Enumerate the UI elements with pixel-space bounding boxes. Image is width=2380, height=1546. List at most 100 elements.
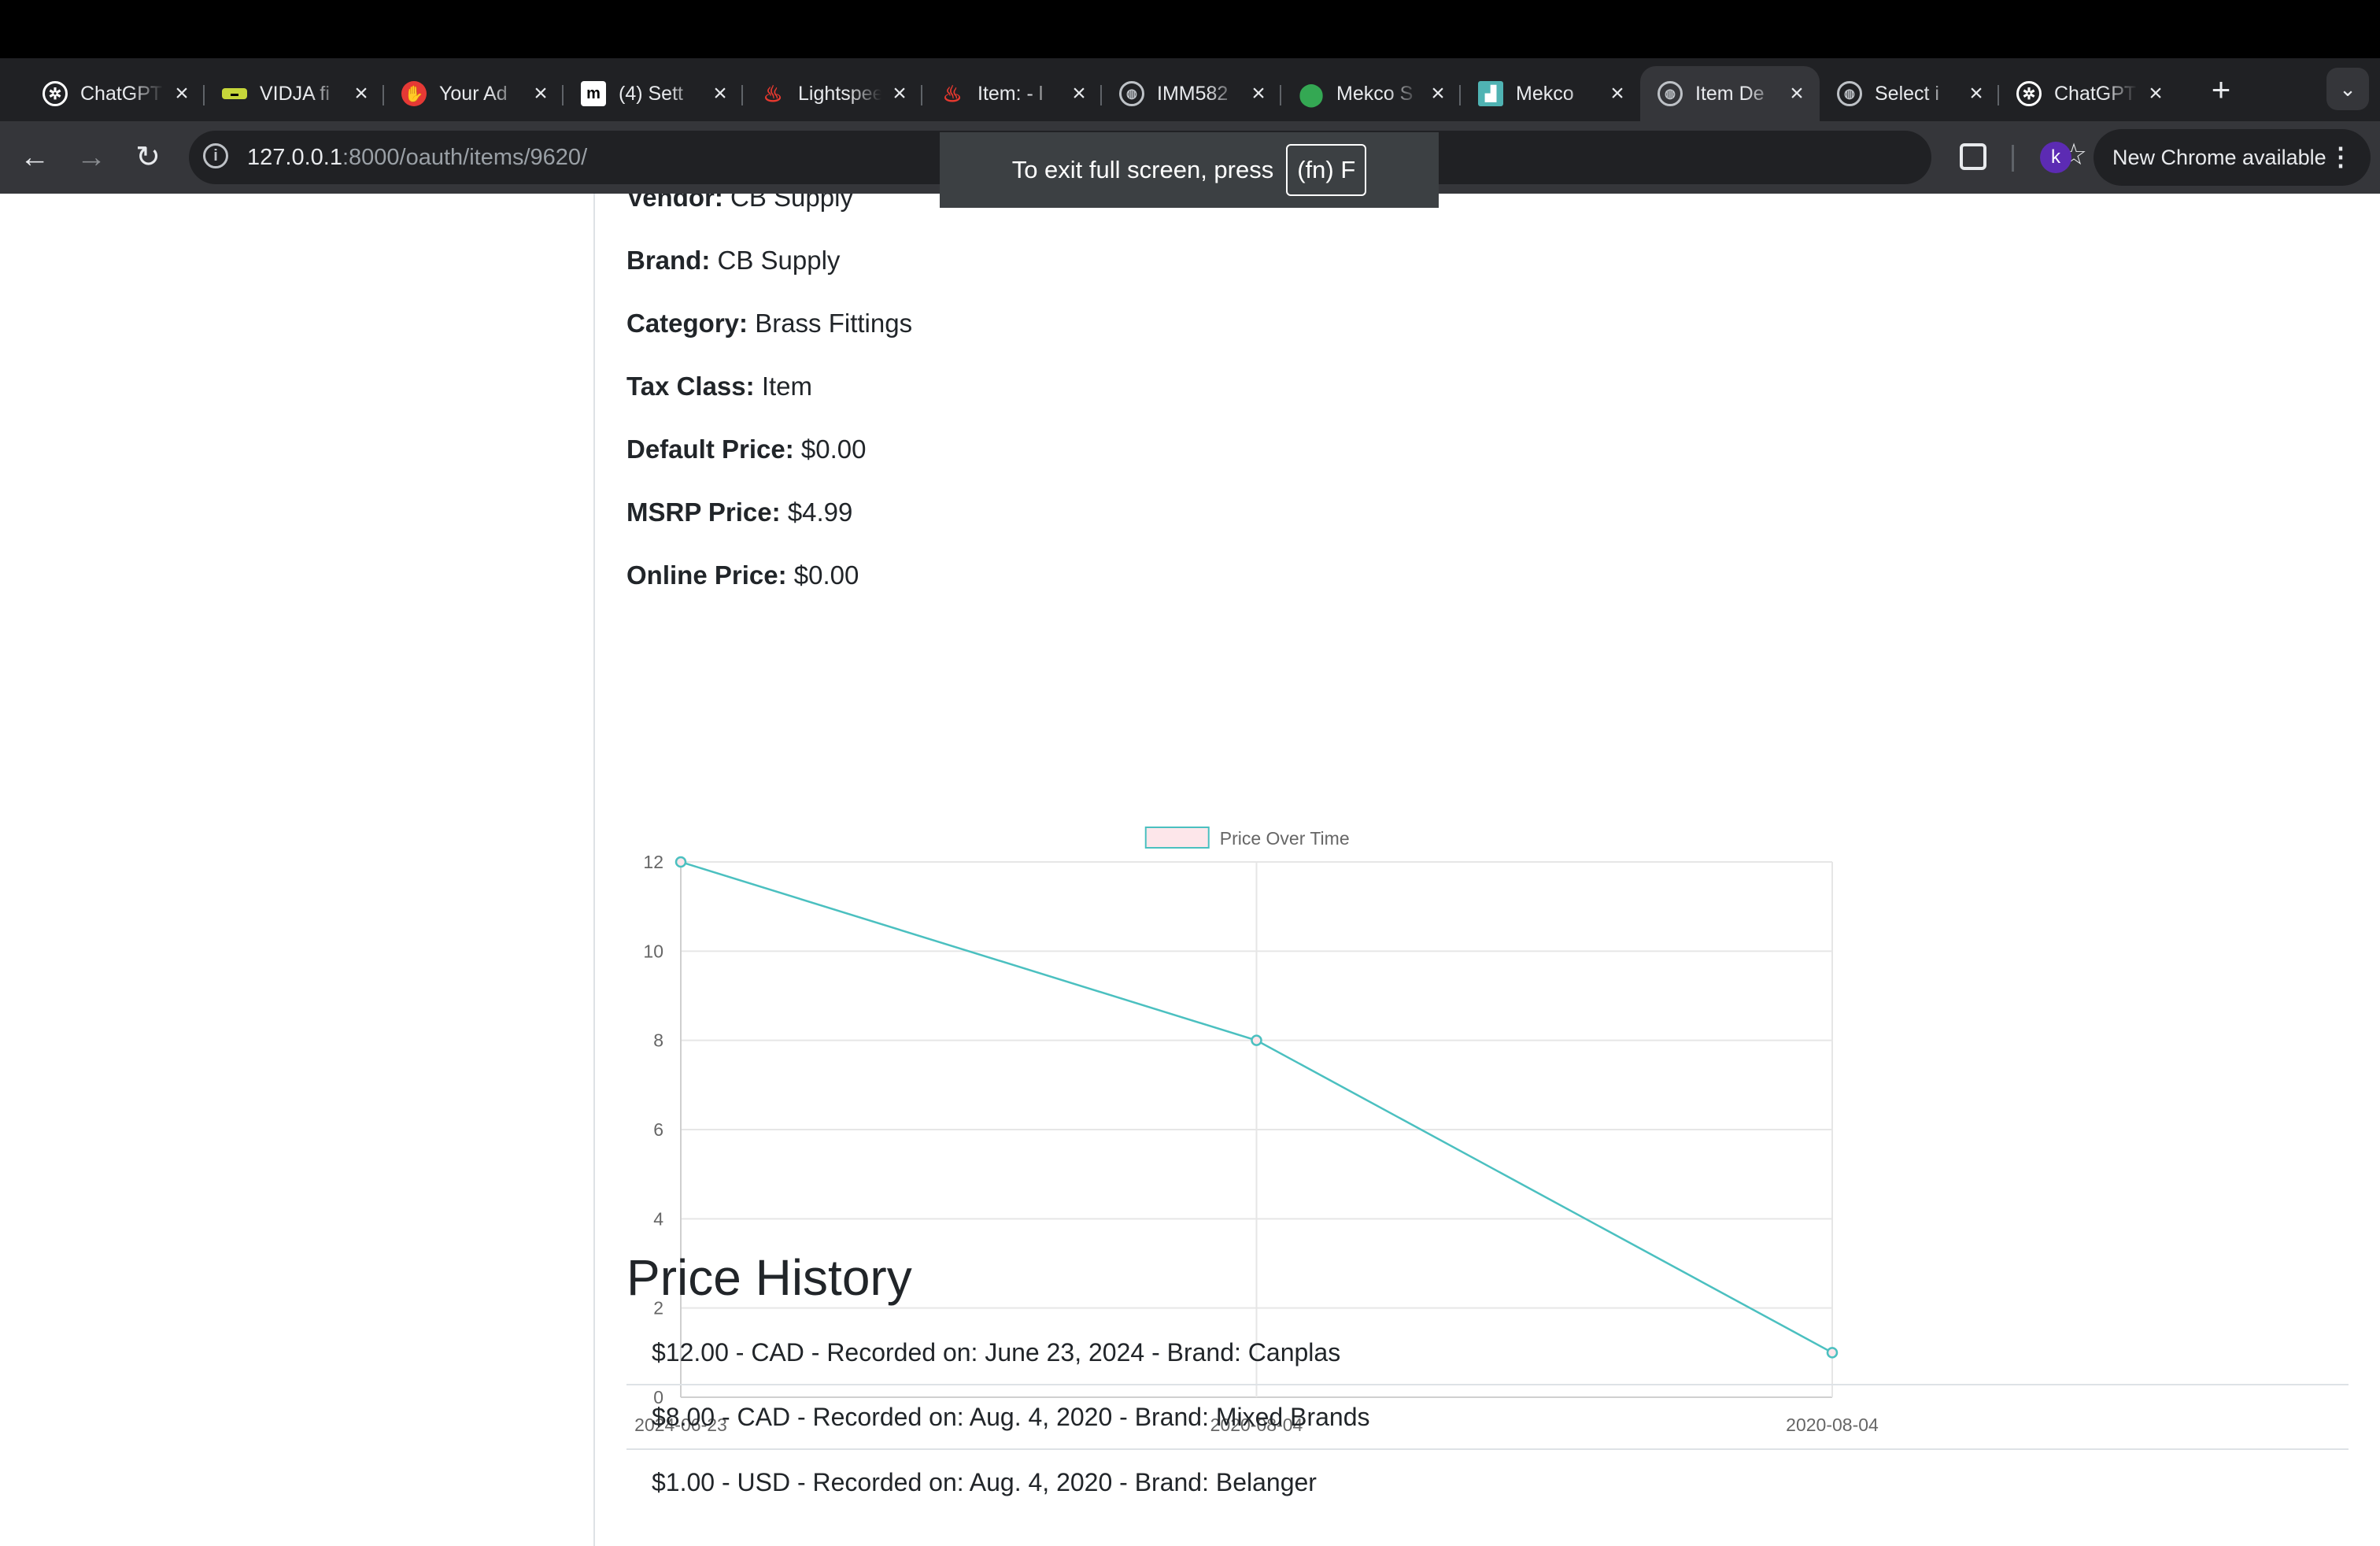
url-host: 127.0.0.1 xyxy=(247,145,342,170)
url-path: :8000/oauth/items/9620/ xyxy=(342,145,588,170)
tab-separator xyxy=(1459,85,1461,105)
toast-text: To exit full screen, press xyxy=(1011,156,1274,183)
field-value: $4.99 xyxy=(787,497,853,527)
browser-tab[interactable]: ◍ Select i × xyxy=(1820,66,1999,121)
field-label: Brand: xyxy=(626,246,711,275)
browser-tab[interactable]: ▬ VIDJA fi × xyxy=(205,66,384,121)
item-field-brand: Brand: CB Supply xyxy=(626,246,840,276)
m-icon: m xyxy=(581,81,606,106)
price-history-list: $12.00 - CAD - Recorded on: June 23, 202… xyxy=(626,1321,2349,1515)
extensions-puzzle-icon[interactable] xyxy=(1960,143,1986,170)
tab-separator xyxy=(1998,85,1999,105)
close-tab-icon[interactable]: × xyxy=(888,80,911,107)
close-tab-icon[interactable]: × xyxy=(1247,80,1270,107)
globe-icon: ◍ xyxy=(1119,81,1144,106)
y-tick-label: 4 xyxy=(653,1208,663,1229)
field-value: $0.00 xyxy=(800,435,867,464)
data-point xyxy=(1251,1034,1262,1046)
tab-title: Mekco xyxy=(1516,82,1574,105)
tab-separator xyxy=(1280,85,1281,105)
close-tab-icon[interactable]: × xyxy=(170,80,194,107)
tab-title: IMM582 xyxy=(1157,82,1229,105)
page-content: Vendor: CB Supply Brand: CB Supply Categ… xyxy=(0,194,2380,1546)
tab-search-chevron-icon[interactable]: ⌄ xyxy=(2326,68,2369,110)
adblock-icon: ✋ xyxy=(401,81,427,106)
field-label: Tax Class: xyxy=(626,372,755,401)
browser-tab[interactable]: ♨ Lightspeed × xyxy=(743,66,922,121)
url-text[interactable]: 127.0.0.1:8000/oauth/items/9620/ xyxy=(247,145,587,171)
update-label: New Chrome available xyxy=(2112,145,2326,169)
legend-swatch xyxy=(1144,827,1210,849)
browser-tab-active[interactable]: ◍ Item De × xyxy=(1640,66,1820,121)
tab-separator xyxy=(203,85,205,105)
forward-arrow-icon[interactable]: → xyxy=(71,137,112,178)
back-arrow-icon[interactable]: ← xyxy=(14,137,55,178)
close-tab-icon[interactable]: × xyxy=(529,80,552,107)
browser-tab[interactable]: ✋ Your Ad × xyxy=(384,66,564,121)
y-tick-label: 12 xyxy=(643,852,663,872)
data-point xyxy=(674,856,687,868)
tab-title: ChatGPT xyxy=(80,82,163,105)
toolbar-divider xyxy=(2012,145,2014,172)
close-tab-icon[interactable]: × xyxy=(349,80,373,107)
field-value: Brass Fittings xyxy=(755,309,913,338)
item-field-category: Category: Brass Fittings xyxy=(626,309,912,338)
toast-key: (fn) F xyxy=(1286,144,1367,196)
field-value: $0.00 xyxy=(793,560,859,590)
price-history-title: Price History xyxy=(626,1249,912,1306)
y-tick-label: 10 xyxy=(643,941,663,961)
close-tab-icon[interactable]: × xyxy=(1067,80,1091,107)
sidebar-border xyxy=(593,194,595,1546)
tab-strip: ✲ ChatGPT × ▬ VIDJA fi × ✋ Your Ad × m (… xyxy=(0,58,2380,121)
vidja-icon: ▬ xyxy=(222,88,247,99)
tab-title: Lightspeed xyxy=(798,82,881,105)
browser-tab[interactable]: ✲ ChatGPT × xyxy=(1999,66,2179,121)
lightspeed-flame-icon: ♨ xyxy=(763,81,783,106)
field-value: Item xyxy=(761,372,812,401)
field-label: Vendor: xyxy=(626,194,723,212)
mekco-icon: ▟ xyxy=(1478,81,1503,106)
openai-icon: ✲ xyxy=(42,81,68,106)
item-field-vendor: Vendor: CB Supply xyxy=(626,194,853,213)
field-label: Category: xyxy=(626,309,748,338)
legend-label: Price Over Time xyxy=(1220,828,1350,849)
field-value: CB Supply xyxy=(717,246,841,275)
tab-separator xyxy=(1100,85,1102,105)
close-tab-icon[interactable]: × xyxy=(1606,80,1629,107)
tab-title: VIDJA fi xyxy=(260,82,330,105)
tab-separator xyxy=(921,85,922,105)
browser-tab[interactable]: ◍ IMM582 × xyxy=(1102,66,1281,121)
y-tick-label: 6 xyxy=(653,1119,663,1140)
tab-title: ChatGPT xyxy=(2054,82,2137,105)
browser-tab[interactable]: ♨ Item: - l × xyxy=(922,66,1102,121)
item-field-online-price: Online Price: $0.00 xyxy=(626,560,859,590)
close-tab-icon[interactable]: × xyxy=(1964,80,1988,107)
item-field-tax-class: Tax Class: Item xyxy=(626,372,812,401)
tab-title: (4) Sett xyxy=(619,82,683,105)
close-tab-icon[interactable]: × xyxy=(2144,80,2168,107)
browser-tab[interactable]: ▟ Mekco × xyxy=(1461,66,1640,121)
browser-tab[interactable]: ⬤ Mekco S × xyxy=(1281,66,1461,121)
kebab-menu-icon[interactable]: ⋮ xyxy=(2328,142,2353,172)
maps-pin-icon: ⬤ xyxy=(1299,81,1324,106)
price-history-entry: $12.00 - CAD - Recorded on: June 23, 202… xyxy=(626,1321,2349,1385)
lightspeed-flame-icon: ♨ xyxy=(942,81,963,106)
site-info-icon[interactable]: i xyxy=(203,143,228,168)
close-tab-icon[interactable]: × xyxy=(1426,80,1450,107)
tab-title: Item: - l xyxy=(978,82,1044,105)
close-tab-icon[interactable]: × xyxy=(708,80,732,107)
profile-avatar[interactable]: k xyxy=(2040,142,2071,173)
new-chrome-available-button[interactable]: New Chrome available ⋮ xyxy=(2094,129,2371,186)
tab-title: Your Ad xyxy=(439,82,508,105)
close-tab-icon[interactable]: × xyxy=(1785,80,1809,107)
reload-icon[interactable]: ↻ xyxy=(128,137,168,178)
y-tick-label: 8 xyxy=(653,1030,663,1051)
browser-tab[interactable]: ✲ ChatGPT × xyxy=(25,66,205,121)
field-label: Online Price: xyxy=(626,560,787,590)
browser-tab[interactable]: m (4) Sett × xyxy=(564,66,743,121)
tab-separator xyxy=(382,85,384,105)
fullscreen-exit-toast: To exit full screen, press (fn) F xyxy=(940,132,1439,208)
globe-icon: ◍ xyxy=(1837,81,1862,106)
tab-title: Mekco S xyxy=(1336,82,1414,105)
new-tab-icon[interactable]: + xyxy=(2204,72,2238,107)
